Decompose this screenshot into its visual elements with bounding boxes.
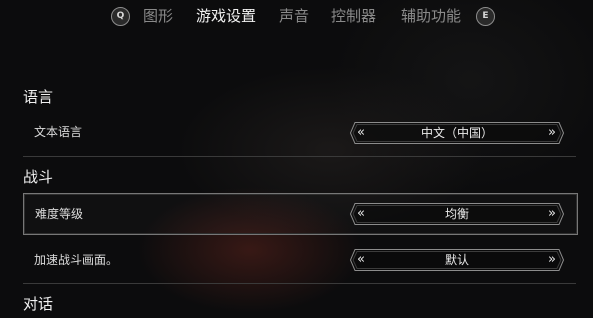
difficulty-value: 均衡 bbox=[444, 207, 469, 221]
tab-game-settings[interactable]: 游戏设置 bbox=[196, 6, 256, 26]
tab-controller[interactable]: 控制器 bbox=[331, 6, 376, 26]
chevron-left-icon[interactable]: « bbox=[357, 251, 365, 269]
section-title-combat: 战斗 bbox=[23, 168, 54, 186]
text-language-selector[interactable]: « 中文（中国） » bbox=[350, 122, 564, 144]
chevron-left-icon[interactable]: « bbox=[357, 205, 365, 223]
chevron-right-icon[interactable]: » bbox=[548, 251, 556, 269]
difficulty-label: 难度等级 bbox=[35, 207, 84, 221]
speed-up-combat-label: 加速战斗画面。 bbox=[34, 253, 119, 267]
chevron-right-icon[interactable]: » bbox=[548, 205, 556, 223]
divider bbox=[23, 283, 576, 284]
speed-up-combat-value: 默认 bbox=[444, 253, 469, 267]
q-key-hint-icon[interactable]: Q bbox=[111, 7, 130, 26]
difficulty-selector[interactable]: « 均衡 » bbox=[350, 203, 564, 225]
text-language-row[interactable]: 文本语言 « 中文（中国） » bbox=[23, 112, 578, 154]
chevron-left-icon[interactable]: « bbox=[357, 124, 365, 142]
tab-graphics[interactable]: 图形 bbox=[143, 6, 173, 26]
speed-up-combat-selector[interactable]: « 默认 » bbox=[350, 249, 564, 271]
tab-accessibility[interactable]: 辅助功能 bbox=[401, 6, 461, 26]
section-title-dialogue: 对话 bbox=[23, 295, 54, 313]
speed-up-combat-row[interactable]: 加速战斗画面。 « 默认 » bbox=[23, 239, 578, 281]
text-language-value: 中文（中国） bbox=[420, 126, 493, 140]
difficulty-row[interactable]: 难度等级 « 均衡 » bbox=[23, 193, 578, 235]
text-language-label: 文本语言 bbox=[34, 125, 83, 139]
divider bbox=[23, 156, 576, 157]
settings-tab-bar: Q 图形 游戏设置 声音 控制器 辅助功能 E bbox=[0, 0, 593, 32]
chevron-right-icon[interactable]: » bbox=[548, 124, 556, 142]
e-key-hint-icon[interactable]: E bbox=[476, 7, 495, 26]
section-title-language: 语言 bbox=[23, 88, 54, 106]
tab-sound[interactable]: 声音 bbox=[279, 6, 309, 26]
